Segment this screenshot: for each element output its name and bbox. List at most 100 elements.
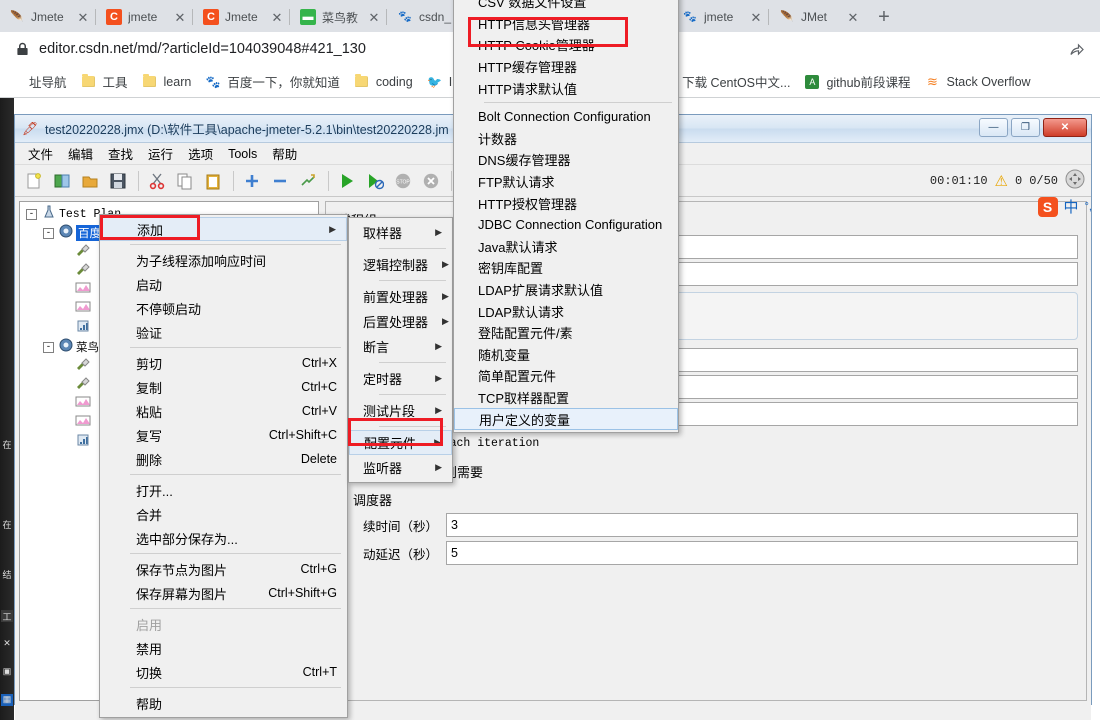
config-submenu-item-1[interactable]: HTTP信息头管理器 xyxy=(454,13,678,35)
url-text[interactable]: editor.csdn.net/md/?articleId=104039048#… xyxy=(39,41,366,57)
jmeter-menu-2[interactable]: 查找 xyxy=(101,142,140,165)
bookmark-item-1[interactable]: 工具 xyxy=(74,70,135,94)
tree-node-4[interactable] xyxy=(60,281,93,299)
taskbar-icon-3[interactable]: 结 xyxy=(1,568,13,580)
taskbar-icon-1[interactable]: 在 xyxy=(1,438,13,450)
collapse-icon[interactable] xyxy=(267,168,293,194)
tree-node-5[interactable] xyxy=(60,300,93,318)
ime-punct-label[interactable]: °, xyxy=(1085,201,1092,213)
taskbar-icon-4[interactable]: 工 xyxy=(1,610,13,622)
ctx-menu-item-16[interactable]: 禁用 xyxy=(100,636,347,660)
ctx-menu-item-13[interactable]: 保存节点为图片 Ctrl+G xyxy=(100,557,347,581)
taskbar-icon-2[interactable]: 在 xyxy=(1,518,13,530)
bookmark-item-8[interactable]: ≋ Stack Overflow xyxy=(918,70,1038,94)
config-submenu-item-18[interactable]: TCP取样器配置 xyxy=(454,387,678,409)
jmeter-menu-1[interactable]: 编辑 xyxy=(61,142,100,165)
jmeter-menu-0[interactable]: 文件 xyxy=(21,142,60,165)
bookmark-item-3[interactable]: 🐾 百度一下，你就知道 xyxy=(198,70,347,94)
add-submenu-item-6[interactable]: 测试片段 ▶ xyxy=(349,398,452,423)
browser-tab-7[interactable]: 🐾 jmete ✕ xyxy=(673,2,767,32)
bookmark-item-2[interactable]: learn xyxy=(135,70,199,94)
browser-tab-2[interactable]: C Jmete ✕ xyxy=(194,2,288,32)
start-no-pause-icon[interactable] xyxy=(362,168,388,194)
config-submenu-item-14[interactable]: LDAP默认请求 xyxy=(454,300,678,322)
share-icon[interactable] xyxy=(1068,40,1086,58)
config-submenu-item-0[interactable]: CSV 数据文件设置 xyxy=(454,0,678,13)
browser-tab-1[interactable]: Cjmete ✕ xyxy=(97,2,191,32)
duration-input[interactable]: 3 xyxy=(446,513,1078,537)
templates-icon[interactable] xyxy=(49,168,75,194)
tab-close-icon[interactable]: ✕ xyxy=(270,10,284,24)
tree-node-1[interactable]: - 百度 xyxy=(43,224,103,242)
new-tab-button[interactable]: + xyxy=(870,3,898,31)
add-submenu-item-8[interactable]: 监听器 ▶ xyxy=(349,455,452,480)
start-icon[interactable] xyxy=(334,168,360,194)
config-submenu-item-16[interactable]: 随机变量 xyxy=(454,344,678,366)
add-submenu[interactable]: 取样器 ▶ 逻辑控制器 ▶ 前置处理器 ▶ 后置处理器 ▶ 断言 ▶ 定时器 ▶ 测试片段 ▶ 配置元件 ▶ 监… xyxy=(348,217,453,483)
tree-node-9[interactable] xyxy=(60,376,93,394)
maximize-button[interactable]: ❐ xyxy=(1011,118,1040,137)
ime-mode-label[interactable]: 中 xyxy=(1064,196,1079,217)
tab-close-icon[interactable]: ✕ xyxy=(76,10,90,24)
ctx-menu-item-5[interactable]: 剪切 Ctrl+X xyxy=(100,351,347,375)
taskbar-icon-6[interactable]: ▣ xyxy=(1,666,13,678)
tree-expander[interactable]: - xyxy=(43,227,54,239)
tree-expander[interactable]: - xyxy=(43,341,54,353)
add-submenu-item-5[interactable]: 定时器 ▶ xyxy=(349,366,452,391)
ctx-menu-item-3[interactable]: 不停顿启动 xyxy=(100,296,347,320)
ctx-menu-item-2[interactable]: 启动 xyxy=(100,272,347,296)
jmeter-menu-4[interactable]: 选项 xyxy=(181,142,220,165)
save-icon[interactable] xyxy=(105,168,131,194)
toggle-icon[interactable] xyxy=(295,168,321,194)
browser-tab-8[interactable]: 🪶 JMet ✕ xyxy=(770,2,864,32)
jmeter-menu-3[interactable]: 运行 xyxy=(141,142,180,165)
taskbar-strip[interactable]: 在 在 结 工 ✕ ▣ ▦ 数 xyxy=(0,98,14,720)
ctx-menu-item-7[interactable]: 粘贴 Ctrl+V xyxy=(100,399,347,423)
ctx-menu-item-14[interactable]: 保存屏幕为图片 Ctrl+Shift+G xyxy=(100,581,347,605)
startup-delay-input[interactable]: 5 xyxy=(446,541,1078,565)
new-icon[interactable] xyxy=(21,168,47,194)
scheduler-checkbox[interactable]: 调度器 xyxy=(334,485,1078,513)
config-submenu-item-5[interactable]: Bolt Connection Configuration xyxy=(454,106,678,128)
config-element-submenu[interactable]: CSV 数据文件设置 HTTP信息头管理器 HTTP Cookie管理器 HTTP缓存… xyxy=(453,0,679,433)
config-submenu-item-6[interactable]: 计数器 xyxy=(454,128,678,150)
tab-close-icon[interactable]: ✕ xyxy=(173,10,187,24)
config-submenu-item-2[interactable]: HTTP Cookie管理器 xyxy=(454,34,678,56)
add-submenu-item-1[interactable]: 逻辑控制器 ▶ xyxy=(349,252,452,277)
paste-icon[interactable] xyxy=(200,168,226,194)
ctx-menu-item-1[interactable]: 为子线程添加响应时间 xyxy=(100,248,347,272)
ctx-menu-item-11[interactable]: 合并 xyxy=(100,502,347,526)
ctx-menu-item-10[interactable]: 打开... xyxy=(100,478,347,502)
add-submenu-item-4[interactable]: 断言 ▶ xyxy=(349,334,452,359)
taskbar-icon-5[interactable]: ✕ xyxy=(1,638,13,650)
ime-indicator[interactable]: S 中 °, xyxy=(1037,196,1092,217)
bookmark-item-0[interactable]: 址导航 xyxy=(0,70,74,94)
browser-tab-0[interactable]: 🪶 Jmete ✕ xyxy=(0,2,94,32)
ctx-menu-item-12[interactable]: 选中部分保存为... xyxy=(100,526,347,550)
ctx-menu-item-17[interactable]: 切换 Ctrl+T xyxy=(100,660,347,684)
add-submenu-item-7[interactable]: 配置元件 ▶ xyxy=(349,430,452,455)
copy-icon[interactable] xyxy=(172,168,198,194)
ctx-menu-item-4[interactable]: 验证 xyxy=(100,320,347,344)
clear-all-icon[interactable] xyxy=(1065,169,1085,193)
taskbar-icon-7[interactable]: ▦ xyxy=(1,694,13,706)
config-submenu-item-15[interactable]: 登陆配置元件/素 xyxy=(454,322,678,344)
tree-node-12[interactable] xyxy=(60,433,93,451)
config-submenu-item-8[interactable]: FTP默认请求 xyxy=(454,171,678,193)
tree-node-6[interactable] xyxy=(60,319,93,337)
config-submenu-item-19[interactable]: 用户定义的变量 xyxy=(454,408,678,430)
ctx-menu-item-9[interactable]: 删除 Delete xyxy=(100,447,347,471)
shutdown-icon[interactable] xyxy=(418,168,444,194)
cut-icon[interactable] xyxy=(144,168,170,194)
ctx-menu-item-18[interactable]: 帮助 xyxy=(100,691,347,715)
config-submenu-item-3[interactable]: HTTP缓存管理器 xyxy=(454,56,678,78)
config-submenu-item-13[interactable]: LDAP扩展请求默认值 xyxy=(454,279,678,301)
config-submenu-item-10[interactable]: JDBC Connection Configuration xyxy=(454,214,678,236)
tree-node-11[interactable] xyxy=(60,414,93,432)
jmeter-menu-6[interactable]: 帮助 xyxy=(265,142,304,165)
bookmark-item-7[interactable]: Agithub前段课程 xyxy=(797,70,917,94)
ctx-menu-item-0[interactable]: 添加 ▶ xyxy=(100,217,347,241)
warning-triangle-icon[interactable]: ⚠ xyxy=(995,172,1008,191)
sogou-icon[interactable]: S xyxy=(1037,196,1058,217)
config-submenu-item-7[interactable]: DNS缓存管理器 xyxy=(454,149,678,171)
